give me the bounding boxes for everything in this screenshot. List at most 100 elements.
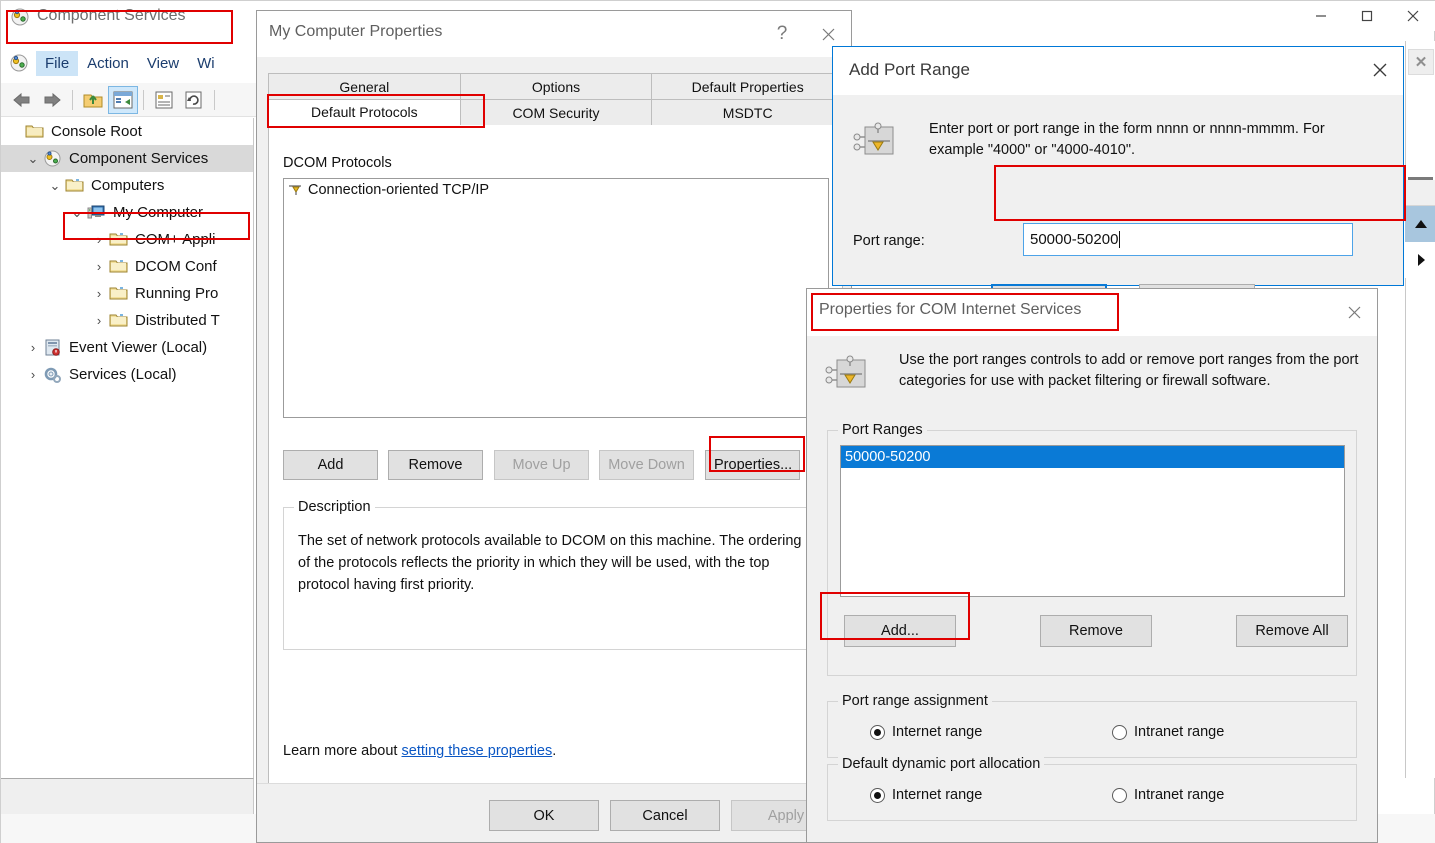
list-item[interactable]: 50000-50200 <box>841 446 1344 468</box>
main-window-title: Component Services <box>37 7 186 24</box>
menu-view[interactable]: View <box>138 51 188 76</box>
remove-port-range-button[interactable]: Remove <box>1040 615 1152 647</box>
port-range-input-value: 50000-50200 <box>1030 231 1119 248</box>
port-range-assignment-group: Port range assignment Internet range Int… <box>827 693 1357 758</box>
radio-assignment-internet-range[interactable]: Internet range <box>870 724 982 740</box>
radio-allocation-intranet-range[interactable]: Intranet range <box>1112 787 1224 803</box>
show-hide-tree-icon[interactable] <box>108 85 138 114</box>
expand-right-icon[interactable] <box>1405 242 1435 278</box>
radio-label: Internet range <box>892 724 983 740</box>
scroll-up-icon[interactable] <box>1405 206 1435 242</box>
dcom-protocols-label: DCOM Protocols <box>283 155 392 171</box>
tree-item-com-plus-applications[interactable]: › COM+ Appli <box>1 226 253 253</box>
tab-row-1: General Options Default Properties <box>268 73 845 99</box>
dialog-titlebar: Properties for COM Internet Services <box>807 289 1377 336</box>
tree-item-computers[interactable]: ⌄ Computers <box>1 172 253 199</box>
actions-pane-slot <box>1405 180 1435 206</box>
close-icon[interactable] <box>1331 289 1377 335</box>
tree-item-distributed-transaction[interactable]: › Distributed T <box>1 307 253 334</box>
tree-item-services-local[interactable]: › Services (Local) <box>1 361 253 388</box>
refresh-icon[interactable] <box>179 86 209 114</box>
cancel-button[interactable]: Cancel <box>610 800 720 831</box>
app-menu-icon[interactable] <box>10 54 28 72</box>
chevron-down-icon[interactable]: ⌄ <box>23 151 43 167</box>
radio-dot <box>1112 787 1127 803</box>
dialog-title: My Computer Properties <box>269 23 443 40</box>
actions-pane-strip <box>1405 177 1435 278</box>
port-ranges-group: Port Ranges 50000-50200 Add... Remove Re… <box>827 422 1357 676</box>
list-item[interactable]: Connection-oriented TCP/IP <box>284 179 828 201</box>
remove-protocol-button[interactable]: Remove <box>388 450 483 480</box>
computer-icon <box>87 204 107 222</box>
tree-item-label: Console Root <box>51 123 142 140</box>
remove-all-port-ranges-button[interactable]: Remove All <box>1236 615 1348 647</box>
tab-general[interactable]: General <box>268 73 461 99</box>
chevron-right-icon[interactable]: › <box>89 259 109 274</box>
help-icon[interactable]: ? <box>759 11 805 57</box>
add-protocol-button[interactable]: Add <box>283 450 378 480</box>
chevron-down-icon[interactable]: ⌄ <box>45 178 65 194</box>
minimize-icon[interactable] <box>1298 1 1344 31</box>
dialog-titlebar: Add Port Range <box>833 47 1403 95</box>
radio-assignment-intranet-range[interactable]: Intranet range <box>1112 724 1224 740</box>
ok-button[interactable]: OK <box>489 800 599 831</box>
forward-arrow-icon[interactable] <box>37 86 67 114</box>
chevron-right-icon[interactable]: › <box>23 340 43 355</box>
radio-label: Intranet range <box>1134 724 1225 740</box>
protocol-properties-button[interactable]: Properties... <box>705 450 800 480</box>
properties-icon[interactable] <box>149 86 179 114</box>
port-range-input[interactable]: 50000-50200 <box>1023 223 1353 256</box>
learn-more-link[interactable]: setting these properties <box>402 743 553 759</box>
learn-more: Learn more about setting these propertie… <box>283 743 556 759</box>
toolbar <box>1 83 258 117</box>
tree-item-console-root[interactable]: Console Root <box>1 118 253 145</box>
menu-bar: File Action View Wi <box>1 47 258 79</box>
learn-more-suffix: . <box>552 743 557 759</box>
close-icon[interactable] <box>1357 47 1403 93</box>
tab-options[interactable]: Options <box>459 73 653 99</box>
tab-strip: General Options Default Properties Defau… <box>268 73 845 125</box>
back-arrow-icon[interactable] <box>7 86 37 114</box>
default-dynamic-port-allocation-label: Default dynamic port allocation <box>838 756 1045 772</box>
menu-action[interactable]: Action <box>78 51 138 76</box>
port-ranges-list[interactable]: 50000-50200 <box>840 445 1345 597</box>
tab-com-security[interactable]: COM Security <box>459 99 653 125</box>
up-folder-icon[interactable] <box>78 86 108 114</box>
close-icon[interactable] <box>1390 1 1435 31</box>
maximize-icon[interactable] <box>1344 1 1390 31</box>
radio-allocation-internet-range[interactable]: Internet range <box>870 787 982 803</box>
radio-label: Intranet range <box>1134 787 1225 803</box>
tab-msdtc[interactable]: MSDTC <box>651 99 845 125</box>
dialog-title-buttons <box>1331 289 1377 335</box>
dialog-title: Add Port Range <box>849 60 970 79</box>
chevron-right-icon[interactable]: › <box>89 313 109 328</box>
event-viewer-icon <box>43 339 63 357</box>
chevron-right-icon[interactable]: › <box>23 367 43 382</box>
console-tree[interactable]: Console Root ⌄ Component Services ⌄ Comp… <box>1 118 254 778</box>
tree-item-component-services[interactable]: ⌄ Component Services <box>1 145 253 172</box>
dialog-title-buttons <box>1357 47 1403 93</box>
tree-item-running-processes[interactable]: › Running Pro <box>1 280 253 307</box>
dcom-protocols-list[interactable]: Connection-oriented TCP/IP <box>283 178 829 418</box>
menu-file[interactable]: File <box>36 50 79 76</box>
tab-row-2: Default Protocols COM Security MSDTC <box>268 99 845 125</box>
tab-default-protocols[interactable]: Default Protocols <box>268 99 461 125</box>
tab-default-properties[interactable]: Default Properties <box>651 73 845 99</box>
menu-window[interactable]: Wi <box>188 51 224 76</box>
dialog-body: Use the port ranges controls to add or r… <box>807 336 1377 842</box>
tree-item-my-computer[interactable]: ⌄ My Computer <box>1 199 253 226</box>
add-port-range-dialog: Add Port Range Enter port or port range … <box>832 46 1404 316</box>
add-port-range-button[interactable]: Add... <box>844 615 956 647</box>
chevron-down-icon[interactable]: ⌄ <box>67 205 87 221</box>
tree-item-dcom-config[interactable]: › DCOM Conf <box>1 253 253 280</box>
services-icon <box>43 366 63 384</box>
text-caret <box>1119 231 1121 248</box>
chevron-right-icon[interactable]: › <box>89 232 109 247</box>
chevron-right-icon[interactable]: › <box>89 286 109 301</box>
toolbar-separator <box>214 89 215 110</box>
tree-item-label: COM+ Appli <box>135 231 216 248</box>
actions-pane-close-icon[interactable]: ✕ <box>1408 49 1434 75</box>
component-services-icon <box>43 150 63 168</box>
tree-item-event-viewer[interactable]: › Event Viewer (Local) <box>1 334 253 361</box>
folder-icon <box>109 258 129 276</box>
